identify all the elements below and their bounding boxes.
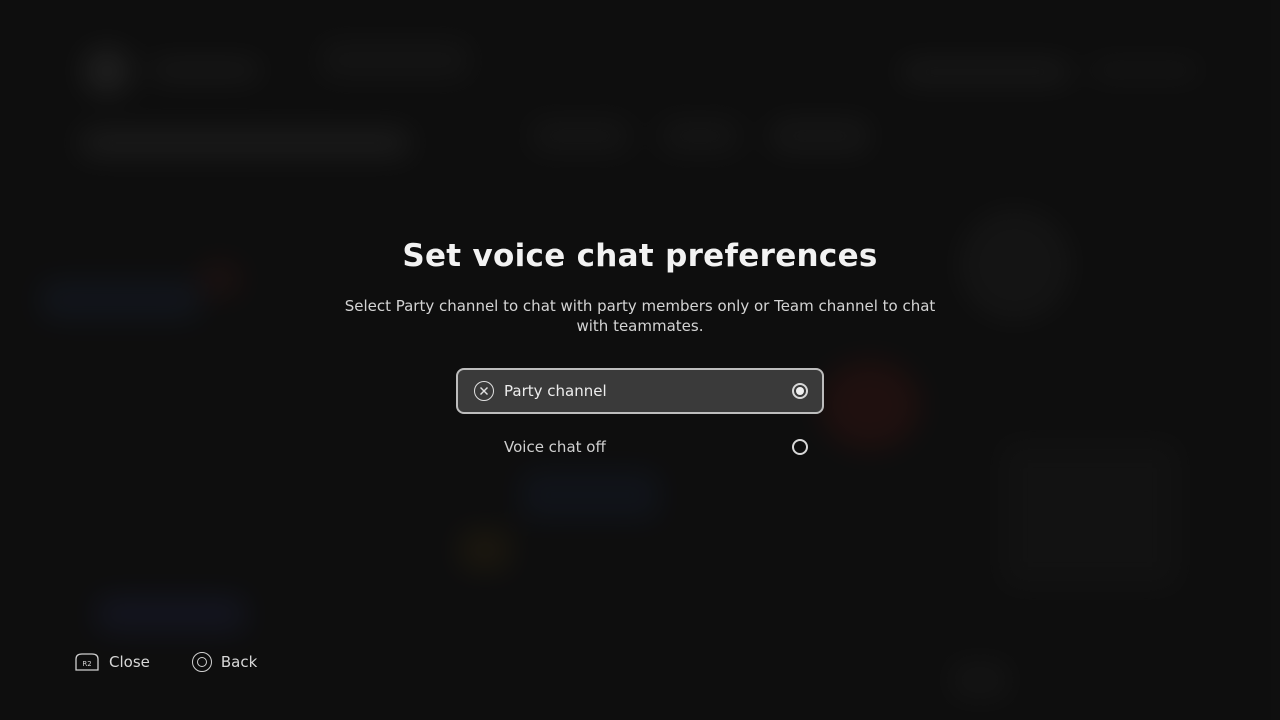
back-label: Back xyxy=(220,653,258,671)
close-label: Close xyxy=(109,653,150,671)
r2-button-icon: R2 xyxy=(75,653,99,671)
dialog-subtitle: Select Party channel to chat with party … xyxy=(344,297,936,335)
circle-button-icon xyxy=(191,652,212,672)
voice-chat-dialog: Set voice chat preferences Select Party … xyxy=(0,0,1280,720)
back-hint[interactable]: Back xyxy=(191,652,258,672)
option-party-channel[interactable]: Party channel xyxy=(456,368,824,414)
screen: Set voice chat preferences Select Party … xyxy=(0,0,1280,720)
option-voice-chat-off[interactable]: Voice chat off xyxy=(456,424,824,470)
radio-selected-icon[interactable] xyxy=(792,383,808,399)
dialog-title: Set voice chat preferences xyxy=(402,238,878,274)
option-label: Voice chat off xyxy=(504,438,606,456)
option-list: Party channel Voice chat off xyxy=(456,368,824,470)
close-hint[interactable]: R2 Close xyxy=(74,652,150,672)
footer-hints: R2 Close Back xyxy=(74,652,257,672)
cross-button-icon xyxy=(474,381,494,401)
option-label: Party channel xyxy=(504,382,607,400)
radio-unselected-icon[interactable] xyxy=(792,439,808,455)
r2-icon-text: R2 xyxy=(82,660,91,668)
